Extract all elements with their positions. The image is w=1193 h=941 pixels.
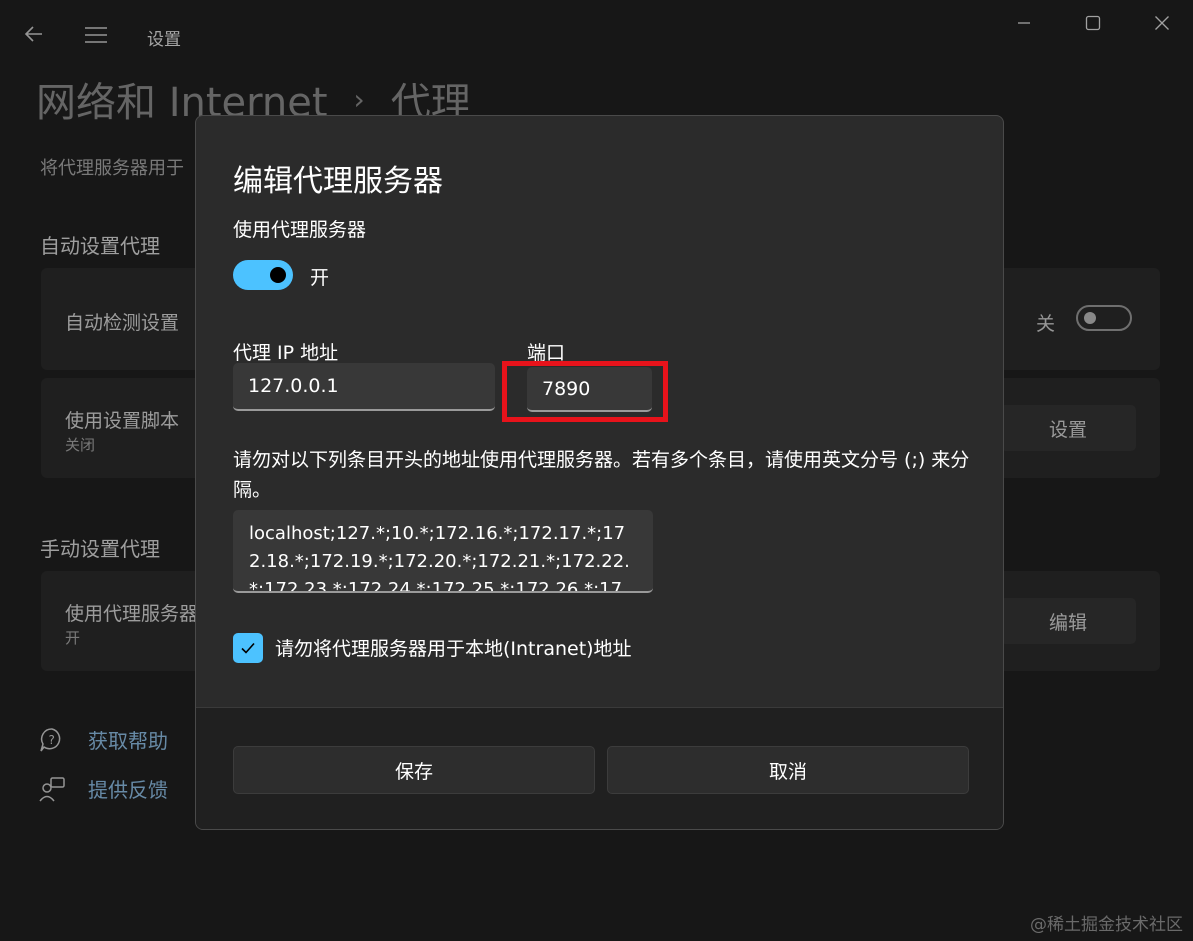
dialog-footer: 保存 取消: [196, 707, 1003, 829]
toggle-knob: [270, 267, 286, 283]
proxy-ip-input[interactable]: 127.0.0.1: [233, 363, 495, 411]
use-proxy-label: 使用代理服务器: [233, 219, 367, 241]
edit-proxy-dialog: 编辑代理服务器 使用代理服务器 开 代理 IP 地址 127.0.0.1 端口 …: [195, 115, 1004, 830]
checkmark-icon: [241, 642, 255, 654]
local-bypass-checkbox[interactable]: [233, 633, 263, 663]
save-button[interactable]: 保存: [233, 746, 595, 794]
proxy-ip-label: 代理 IP 地址: [233, 342, 339, 364]
port-highlight-box: [502, 361, 668, 422]
exceptions-textarea[interactable]: localhost;127.*;10.*;172.16.*;172.17.*;1…: [233, 510, 653, 593]
cancel-button[interactable]: 取消: [607, 746, 969, 794]
use-proxy-toggle[interactable]: [233, 260, 293, 290]
watermark: @稀土掘金技术社区: [1030, 915, 1183, 935]
use-proxy-state: 开: [310, 267, 330, 289]
local-bypass-label: 请勿将代理服务器用于本地(Intranet)地址: [275, 638, 632, 660]
exceptions-description: 请勿对以下列条目开头的地址使用代理服务器。若有多个条目，请使用英文分号 (;) …: [233, 449, 970, 501]
dialog-title: 编辑代理服务器: [233, 164, 443, 199]
